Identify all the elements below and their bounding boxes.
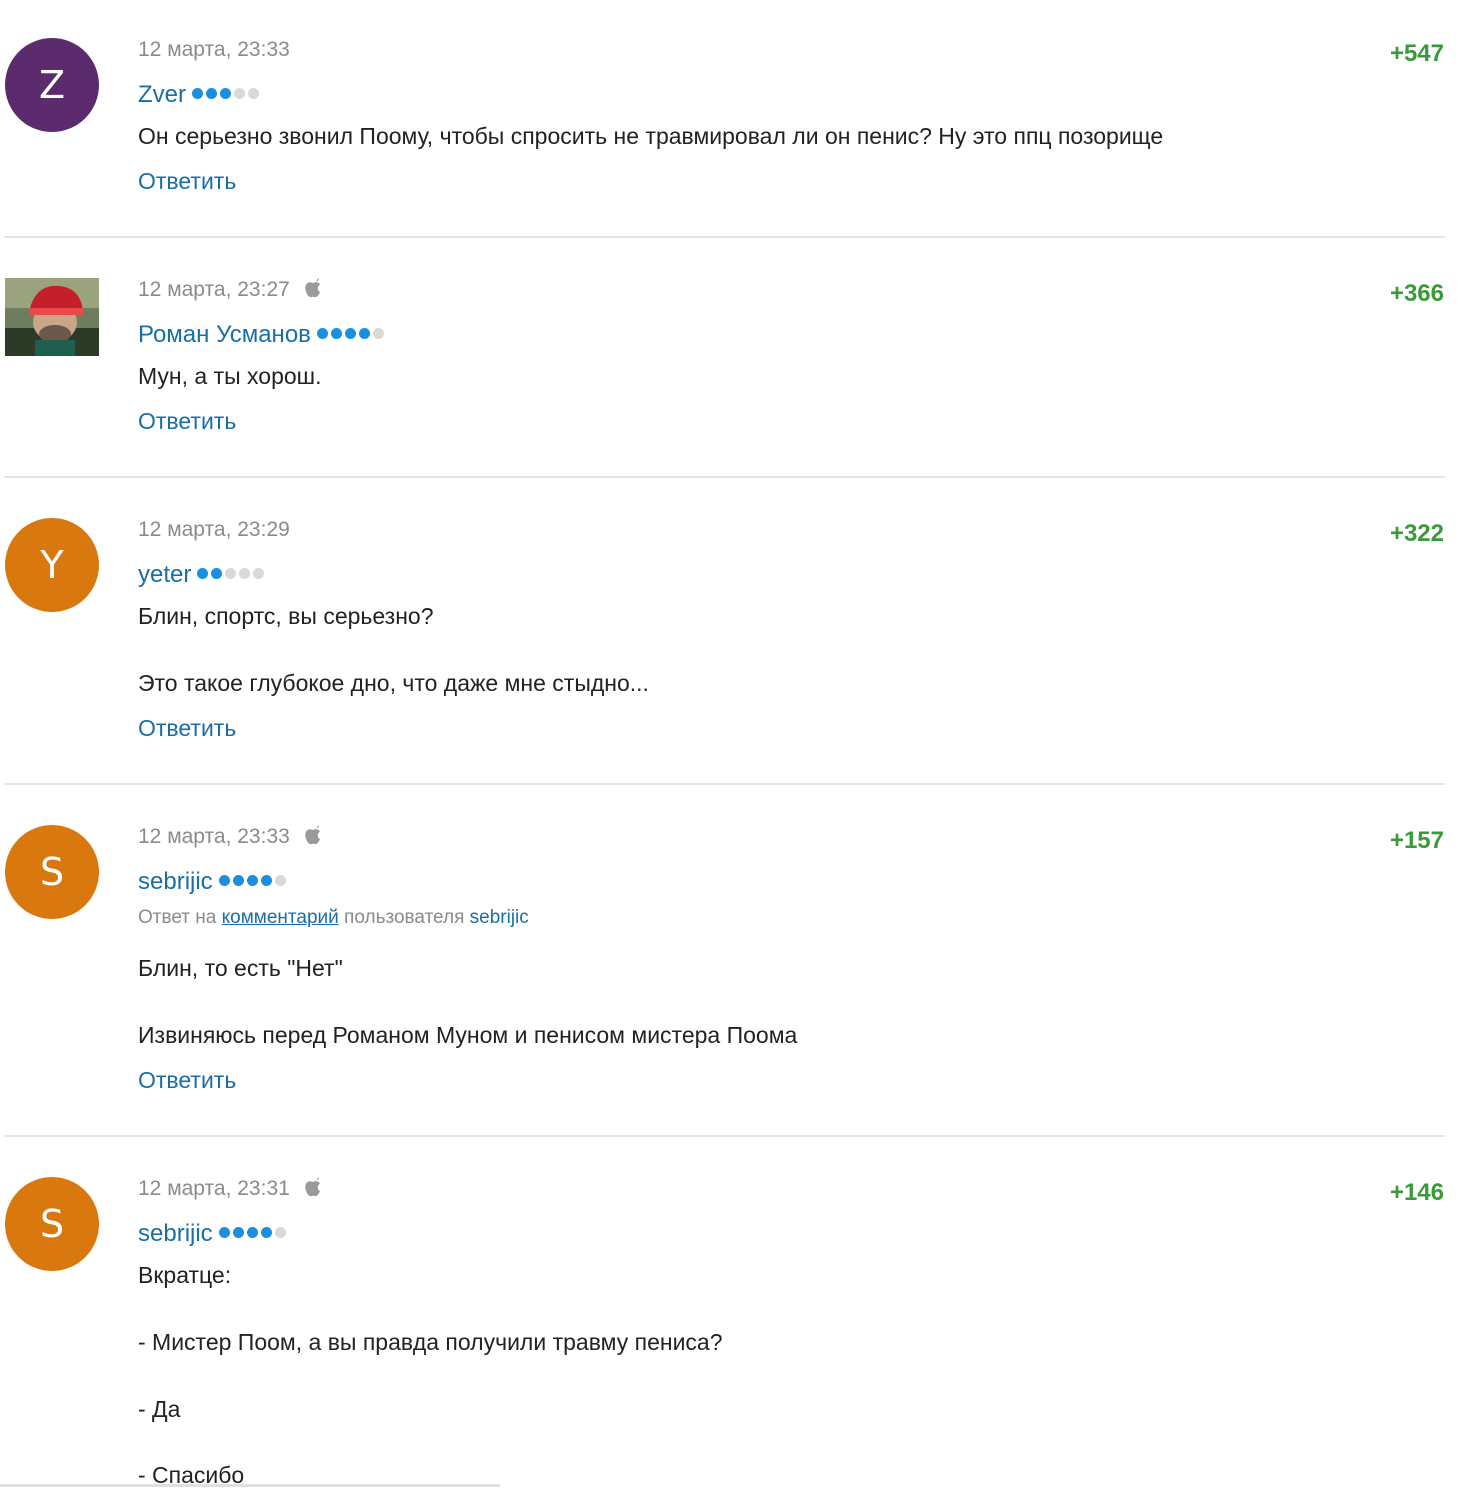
comment-text: Блин, спортс, вы серьезно?: [138, 603, 434, 629]
reply-button[interactable]: Ответить: [138, 407, 236, 435]
avatar[interactable]: Z: [5, 38, 99, 132]
comment-score: +322: [1389, 520, 1444, 547]
rating-dots: [218, 865, 289, 893]
comment-score: +547: [1389, 40, 1444, 67]
reply-button[interactable]: Ответить: [138, 714, 236, 742]
author-link[interactable]: Роман Усманов: [138, 318, 387, 349]
comment-score: +146: [1389, 1179, 1444, 1206]
rating-dots: [192, 78, 262, 106]
author-name[interactable]: sebrijic: [138, 868, 213, 895]
comment-text: Вкратце:: [138, 1262, 232, 1288]
reply-button[interactable]: Ответить: [138, 1066, 236, 1094]
author-link[interactable]: sebrijic: [138, 1217, 289, 1248]
avatar[interactable]: S: [5, 1177, 99, 1271]
author-name[interactable]: Роман Усманов: [138, 321, 311, 348]
apple-icon: [304, 825, 322, 851]
comment-date: 12 марта, 23:33: [138, 825, 322, 851]
comment-text: Извиняюсь перед Романом Муном и пенисом …: [138, 1022, 798, 1048]
comment-score: +157: [1389, 827, 1444, 854]
comment-text: Блин, то есть "Нет": [138, 955, 343, 981]
parent-author-link[interactable]: sebrijic: [470, 907, 529, 928]
comment-score: +366: [1389, 280, 1444, 307]
comment-divider: [4, 1135, 1445, 1137]
author-name[interactable]: sebrijic: [138, 1220, 213, 1247]
parent-comment-link[interactable]: комментарий: [222, 907, 339, 928]
bottom-divider: [0, 1484, 500, 1487]
comment-date: 12 марта, 23:27: [138, 278, 322, 304]
author-name[interactable]: yeter: [138, 561, 191, 588]
comment-text: - Мистер Поом, а вы правда получили трав…: [138, 1329, 723, 1355]
comment-divider: [4, 783, 1445, 785]
avatar[interactable]: Y: [5, 518, 99, 612]
avatar[interactable]: [5, 278, 99, 356]
comment-text: Это такое глубокое дно, что даже мне сты…: [138, 670, 649, 696]
comment-text: Он серьезно звонил Поому, чтобы спросить…: [138, 123, 1164, 149]
apple-icon: [304, 1177, 322, 1203]
rating-dots: [218, 1217, 289, 1245]
comment-text: Мун, а ты хорош.: [138, 363, 322, 389]
comment-divider: [4, 476, 1445, 478]
rating-dots: [316, 318, 387, 346]
avatar-photo-image: [5, 278, 99, 356]
comment-date: 12 марта, 23:31: [138, 1177, 322, 1203]
rating-dots: [197, 558, 267, 586]
author-link[interactable]: Zver: [138, 78, 262, 109]
comment-divider: [4, 236, 1445, 238]
reply-to-info: Ответ на комментарий пользователя sebrij…: [138, 907, 529, 928]
avatar[interactable]: S: [5, 825, 99, 919]
apple-icon: [304, 278, 322, 304]
author-name[interactable]: Zver: [138, 81, 186, 108]
author-link[interactable]: sebrijic: [138, 865, 289, 896]
author-link[interactable]: yeter: [138, 558, 267, 589]
comment-date: 12 марта, 23:33: [138, 38, 290, 61]
comment-date: 12 марта, 23:29: [138, 518, 290, 541]
comment-text: - Да: [138, 1396, 181, 1422]
reply-button[interactable]: Ответить: [138, 167, 236, 195]
